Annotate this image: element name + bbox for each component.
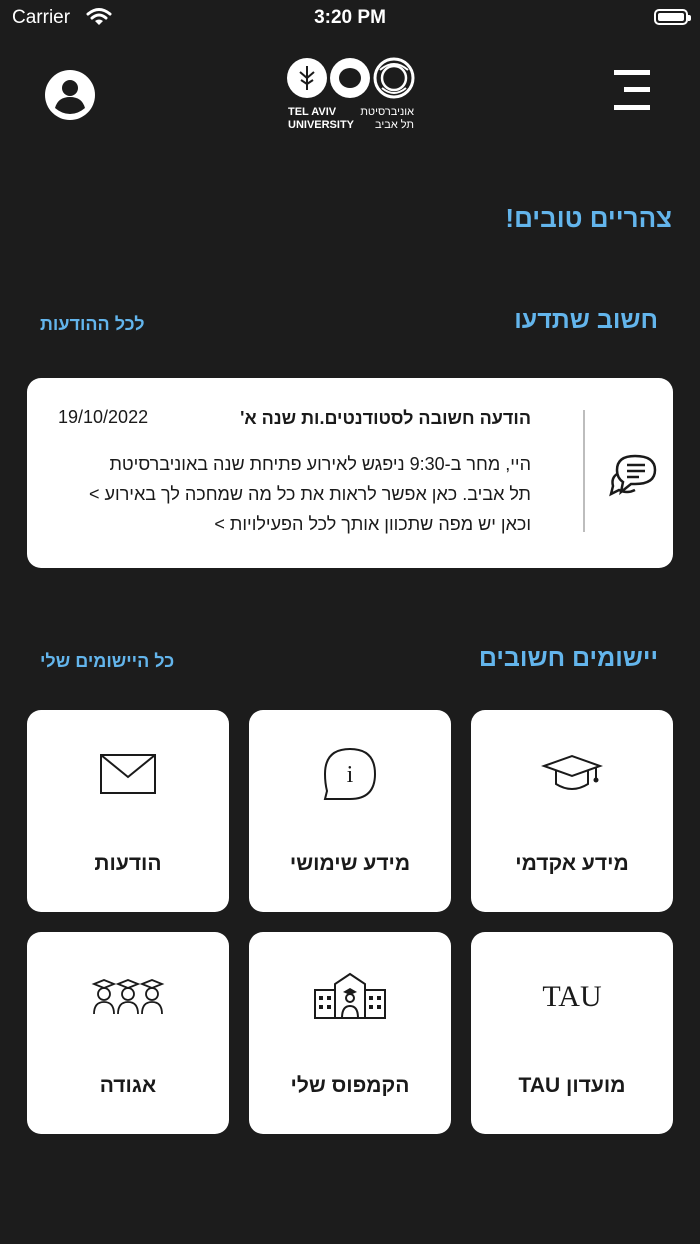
top-bar: TEL AVIV UNIVERSITY אוניברסיטת תל אביב (0, 50, 700, 140)
apps-section-title: יישומים חשובים (478, 644, 658, 672)
tile-my-campus[interactable]: הקמפוס שלי (249, 932, 451, 1134)
students-group-icon (27, 966, 229, 1026)
user-icon (45, 70, 95, 120)
svg-text:TAU: TAU (542, 980, 602, 1013)
tile-label: אגודה (99, 1074, 157, 1097)
all-notices-link[interactable]: לכל ההודעות (40, 314, 145, 335)
notices-section-title: חשוב שתדעו (514, 306, 658, 334)
tile-tau-club[interactable]: TAU מועדון TAU (471, 932, 673, 1134)
menu-button[interactable] (612, 68, 652, 112)
envelope-icon (27, 744, 229, 804)
all-apps-link[interactable]: כל היישומים שלי (40, 651, 174, 672)
info-bubble-icon: i (249, 744, 451, 804)
tile-academic-info[interactable]: מידע אקדמי (471, 710, 673, 912)
tile-messages[interactable]: הודעות (27, 710, 229, 912)
tau-logo-icon (287, 57, 415, 99)
tile-label: מידע אקדמי (515, 852, 629, 875)
campus-building-icon (249, 966, 451, 1026)
university-logo: TEL AVIV UNIVERSITY אוניברסיטת תל אביב (284, 56, 416, 131)
notice-date: 19/10/2022 (58, 407, 149, 427)
clock: 3:20 PM (314, 7, 386, 28)
tile-label: הקמפוס שלי (290, 1074, 410, 1097)
logo-hebrew-text: אוניברסיטת תל אביב (360, 106, 414, 131)
notice-card[interactable]: הודעה חשובה לסטודנטים.ות שנה א' 19/10/20… (27, 378, 673, 568)
tile-label: מידע שימושי (289, 852, 411, 875)
profile-button[interactable] (44, 69, 96, 121)
status-bar: Carrier 3:20 PM (0, 0, 700, 36)
svg-text:i: i (347, 762, 354, 788)
hamburger-menu-icon (614, 70, 650, 110)
graduation-cap-icon (471, 744, 673, 804)
greeting-text: צהריים טובים! (505, 203, 672, 233)
logo-english-text: TEL AVIV UNIVERSITY (288, 106, 355, 131)
tile-label: הודעות (94, 852, 162, 875)
battery-icon (654, 9, 691, 25)
tile-label: מועדון TAU (518, 1074, 626, 1097)
notice-title: הודעה חשובה לסטודנטים.ות שנה א' (240, 408, 531, 428)
notice-divider (583, 410, 585, 532)
tile-student-union[interactable]: אגודה (27, 932, 229, 1134)
tile-useful-info[interactable]: i מידע שימושי (249, 710, 451, 912)
chat-bubble-icon (609, 448, 663, 505)
tau-logo-icon: TAU (471, 966, 673, 1026)
notice-body: היי, מחר ב-9:30 ניפגש לאירוע פתיחת שנה ב… (89, 454, 531, 534)
